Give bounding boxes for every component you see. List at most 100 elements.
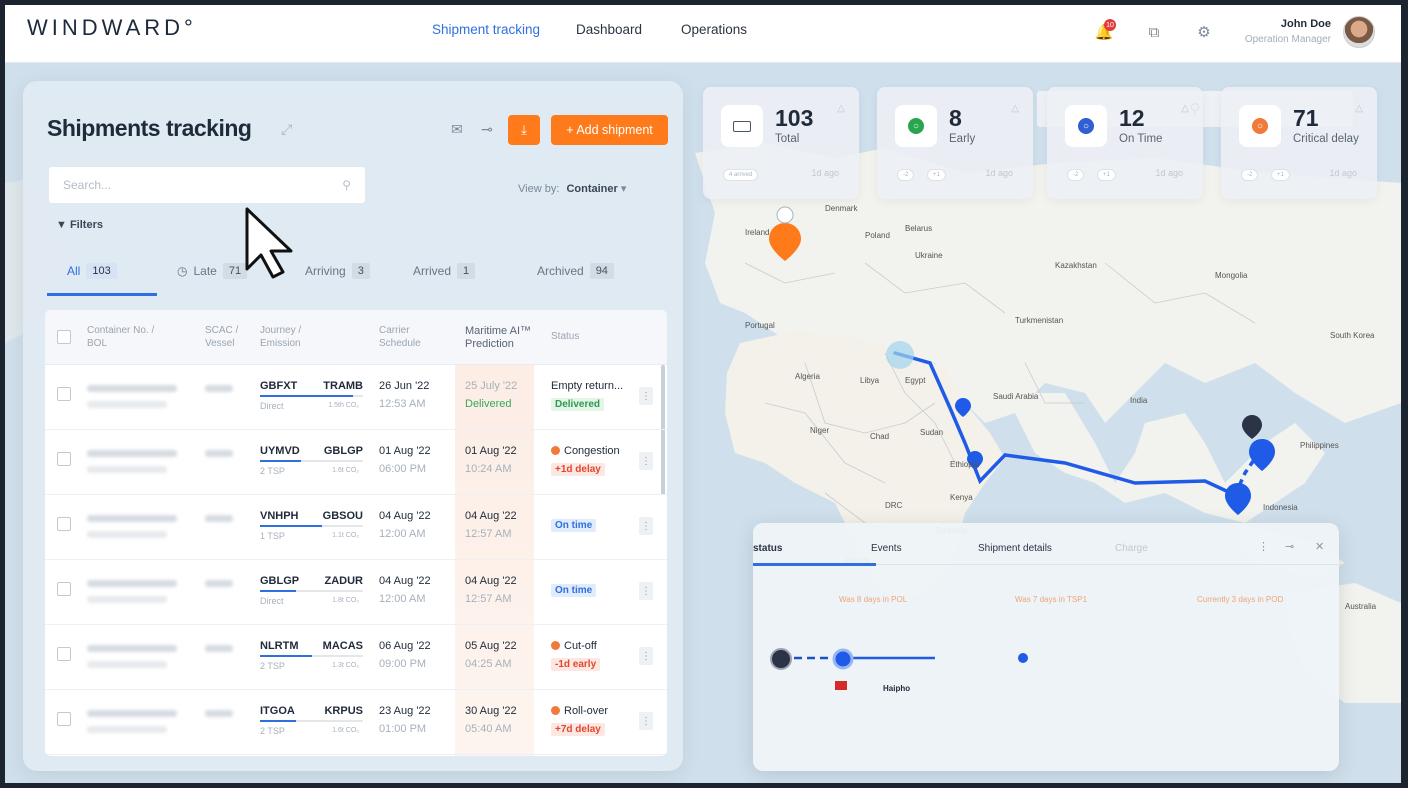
nav-tab-dashboard[interactable]: Dashboard	[576, 22, 642, 37]
row-checkbox[interactable]	[57, 712, 71, 726]
container-number-blurred	[87, 645, 177, 652]
route-type: 1 TSP	[260, 531, 285, 541]
view-by-select[interactable]: View by: Container ▾	[518, 182, 626, 195]
tab-all[interactable]: All 103	[67, 263, 117, 279]
table-row[interactable]: UYMVD GBLGP 2 TSP 1.6t CO₂ 01 Aug '22 06…	[45, 430, 667, 495]
stat-card-on-time[interactable]: ○ 12 On Time -2 +1 1d ago △	[1047, 87, 1203, 199]
stat-card-critical-delay[interactable]: ○ 71 Critical delay -2 +1 1d ago △	[1221, 87, 1377, 199]
bol-blurred	[87, 661, 167, 668]
prediction-date: 04 Aug '22	[465, 510, 517, 522]
destination-port: GBSOU	[322, 510, 363, 522]
more-icon[interactable]: ⋮	[639, 452, 653, 470]
tab-late[interactable]: ◷ Late 71	[177, 263, 248, 279]
more-icon[interactable]: ⋮	[639, 647, 653, 665]
row-checkbox[interactable]	[57, 582, 71, 596]
stat-pill: -2	[1067, 169, 1085, 181]
prediction-time: 12:57 AM	[465, 528, 512, 540]
emission-value: 1.8t CO₂	[332, 597, 359, 604]
add-shipment-button[interactable]: + Add shipment	[551, 115, 668, 145]
column-header[interactable]: Maritime AI™ Prediction	[465, 325, 535, 351]
stat-pill: +1	[1271, 169, 1290, 181]
more-icon[interactable]: ⋮	[639, 387, 653, 405]
tab-arrived[interactable]: Arrived 1	[413, 263, 476, 279]
avatar[interactable]	[1343, 16, 1375, 48]
bell-icon[interactable]: 🔔 10	[1087, 15, 1121, 49]
search-field[interactable]: ⚲	[49, 167, 365, 203]
container-number-blurred	[87, 385, 177, 392]
container-number-blurred	[87, 580, 177, 587]
nav-tab-operations[interactable]: Operations	[681, 22, 747, 37]
column-header[interactable]: Status	[551, 330, 579, 343]
more-icon[interactable]: ⋮	[639, 517, 653, 535]
gear-icon[interactable]: ⚙	[1187, 15, 1221, 49]
table-row[interactable]: NLRTM MACAS 2 TSP 1.3t CO₂ 06 Aug '22 09…	[45, 625, 667, 690]
journey-progress	[260, 655, 363, 657]
container-number-blurred	[87, 710, 177, 717]
row-checkbox[interactable]	[57, 387, 71, 401]
row-checkbox[interactable]	[57, 647, 71, 661]
search-input[interactable]	[63, 178, 343, 192]
shipments-panel: Shipments tracking ⤢ ✉ ⊸ ⤓ + Add shipmen…	[23, 81, 683, 771]
shipment-details-panel: status Events Shipment details Charge ⋮ …	[753, 523, 1339, 771]
more-icon[interactable]: ⋮	[639, 582, 653, 600]
mail-icon[interactable]: ✉	[451, 121, 463, 138]
column-header[interactable]: Carrier Schedule	[379, 324, 439, 350]
select-all-checkbox[interactable]	[57, 330, 71, 344]
timeline[interactable]	[753, 523, 1339, 771]
nav-tab-shipment-tracking[interactable]: Shipment tracking	[432, 22, 540, 37]
stat-card-early[interactable]: ○ 8 Early -2 +1 1d ago △	[877, 87, 1033, 199]
search-icon[interactable]: ⚲	[342, 178, 351, 192]
status-text: Cut-off	[564, 640, 597, 652]
filters-button[interactable]: ▼ Filters	[56, 219, 103, 231]
status-tabs: All 103 ◷ Late 71 Arriving 3 Arrived 1 Archiv…	[47, 257, 667, 296]
emission-value: 1.1t CO₂	[332, 532, 359, 539]
column-header[interactable]: Journey / Emission	[260, 324, 320, 350]
table-row[interactable]: GBFXT TRAMB Direct 1.5th CO₂ 26 Jun '22 …	[45, 365, 667, 430]
table-row[interactable]: GBLGP ZADUR Direct 1.8t CO₂ 04 Aug '22 1…	[45, 560, 667, 625]
column-header[interactable]: Container No. / BOL	[87, 324, 167, 350]
tab-archived[interactable]: Archived 94	[537, 263, 614, 279]
tab-arriving[interactable]: Arriving 3	[305, 263, 370, 279]
more-icon[interactable]: ⋮	[639, 712, 653, 730]
svg-text:Egypt: Egypt	[905, 376, 926, 385]
prediction-date: 25 July '22	[465, 380, 518, 392]
table-row[interactable]: VNHPH GBSOU 1 TSP 1.1t CO₂ 04 Aug '22 12…	[45, 495, 667, 560]
bol-blurred	[87, 401, 167, 408]
windward-logo[interactable]: WINDWARD°	[27, 15, 197, 41]
svg-text:Kazakhstan: Kazakhstan	[1055, 261, 1097, 270]
row-checkbox[interactable]	[57, 452, 71, 466]
status-cell: Empty return... Delivered	[551, 380, 623, 411]
expand-icon[interactable]: ⤢	[281, 121, 292, 138]
stat-label: Total	[775, 133, 800, 145]
table-row[interactable]: ITGOA KRPUS 2 TSP 1.6t CO₂ 23 Aug '22 01…	[45, 690, 667, 755]
prediction-time: Delivered	[465, 398, 512, 410]
documents-icon[interactable]: ⧉	[1137, 15, 1171, 49]
scac-blurred	[205, 710, 233, 717]
schedule-time: 12:00 AM	[379, 528, 426, 540]
bell-icon[interactable]: △	[1181, 103, 1189, 114]
svg-text:Algeria: Algeria	[795, 372, 820, 381]
tab-label: Arrived	[413, 264, 452, 278]
svg-text:Niger: Niger	[810, 426, 829, 435]
tab-count: 94	[589, 263, 614, 279]
download-button[interactable]: ⤓	[508, 115, 540, 145]
journey-progress	[260, 720, 363, 722]
emission-value: 1.6t CO₂	[332, 467, 359, 474]
bell-icon[interactable]: △	[1355, 103, 1363, 114]
share-icon[interactable]: ⊸	[481, 121, 493, 138]
journey-progress	[260, 460, 363, 462]
emission-value: 1.5th CO₂	[328, 402, 359, 409]
column-header[interactable]: SCAC / Vessel	[205, 324, 255, 350]
row-checkbox[interactable]	[57, 517, 71, 531]
destination-port: ZADUR	[324, 575, 364, 587]
bell-icon[interactable]: △	[1011, 103, 1019, 114]
user-name: John Doe	[1280, 18, 1331, 30]
notification-badge: 10	[1104, 19, 1116, 31]
warning-dot-icon	[551, 641, 560, 650]
active-tab-indicator	[47, 293, 157, 296]
svg-text:Philippines: Philippines	[1300, 441, 1339, 450]
prediction-time: 05:40 AM	[465, 723, 512, 735]
stat-card-total[interactable]: 103 Total 4 arrived 1d ago △	[703, 87, 859, 199]
origin-port: ITGOA	[260, 705, 295, 717]
bell-icon[interactable]: △	[837, 103, 845, 114]
